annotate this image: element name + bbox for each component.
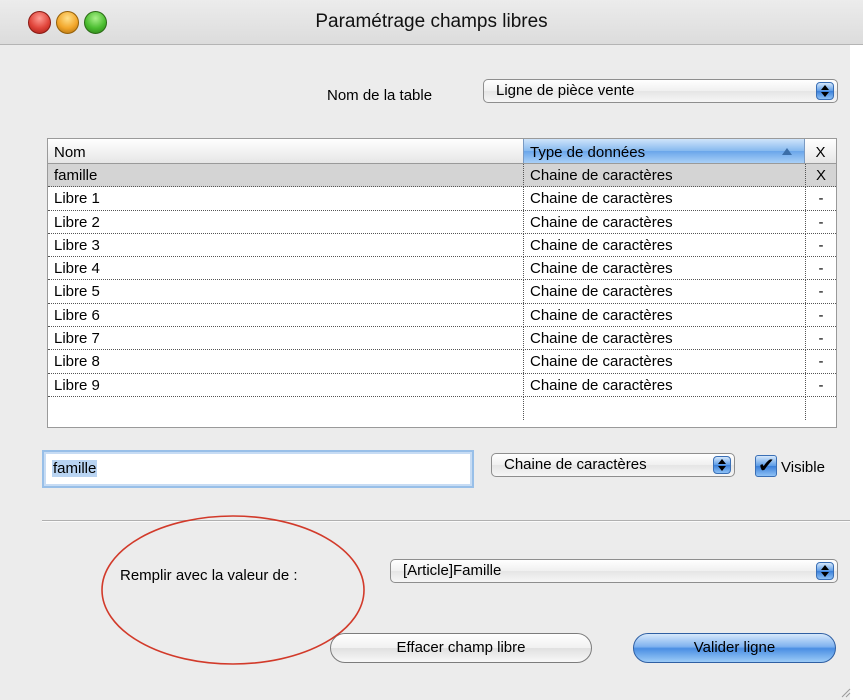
table-name-label: Nom de la table bbox=[327, 87, 433, 104]
window-title: Paramétrage champs libres bbox=[315, 11, 548, 32]
fill-label: Remplir avec la valeur de : bbox=[120, 567, 298, 584]
table-name-select[interactable]: Ligne de pièce vente bbox=[483, 79, 838, 103]
field-name-value: famille bbox=[52, 460, 98, 477]
cell-name: Libre 6 bbox=[54, 306, 100, 324]
cell-type: Chaine de caractères bbox=[523, 187, 805, 211]
validate-line-button[interactable]: Valider ligne bbox=[633, 633, 836, 663]
select-arrows-icon bbox=[816, 82, 834, 100]
visible-checkbox[interactable] bbox=[755, 453, 777, 477]
cell-visible: - bbox=[805, 187, 836, 211]
cell-visible: - bbox=[805, 373, 836, 397]
table-row[interactable]: famille Chaine de caractères X bbox=[48, 164, 836, 188]
cell-name: Libre 1 bbox=[54, 190, 100, 208]
cell-type: Chaine de caractères bbox=[523, 210, 805, 234]
select-arrows-icon bbox=[816, 562, 834, 580]
cell-name: famille bbox=[54, 167, 98, 184]
cell-name: Libre 3 bbox=[54, 236, 100, 254]
fill-source-select[interactable]: [Article]Famille bbox=[390, 559, 838, 583]
cell-empty bbox=[523, 396, 805, 420]
cell-empty bbox=[48, 397, 523, 420]
table-row-empty[interactable] bbox=[48, 396, 836, 420]
cell-type: Chaine de caractères bbox=[523, 373, 805, 397]
table-header: Nom Type de données X bbox=[48, 139, 836, 164]
cell-name: Libre 5 bbox=[54, 283, 100, 301]
cell-visible: - bbox=[805, 280, 836, 304]
data-type-select[interactable]: Chaine de caractères bbox=[491, 453, 735, 477]
title-bar[interactable]: Paramétrage champs libres bbox=[0, 0, 863, 45]
cell-type: Chaine de caractères bbox=[523, 280, 805, 304]
cell-name: Libre 9 bbox=[54, 376, 100, 394]
fields-table[interactable]: Nom Type de données X famille Chaine de c… bbox=[47, 138, 837, 428]
cell-name: Libre 8 bbox=[54, 353, 100, 371]
visible-label: Visible bbox=[781, 459, 825, 476]
dialog-window: Paramétrage champs libres Nom de la tabl… bbox=[0, 0, 863, 700]
data-type-value: Chaine de caractères bbox=[504, 456, 647, 473]
cell-visible: - bbox=[805, 327, 836, 351]
cell-type: Chaine de caractères bbox=[523, 350, 805, 374]
separator bbox=[42, 520, 850, 522]
cell-type: Chaine de caractères bbox=[523, 327, 805, 351]
field-name-input[interactable]: famille bbox=[42, 450, 474, 488]
table-row[interactable]: Libre 7 Chaine de caractères - bbox=[48, 327, 836, 351]
column-header-name[interactable]: Nom bbox=[48, 139, 523, 163]
window-edge bbox=[850, 45, 863, 700]
sort-ascending-icon bbox=[782, 148, 792, 155]
cell-type: Chaine de caractères bbox=[523, 233, 805, 257]
table-row[interactable]: Libre 5 Chaine de caractères - bbox=[48, 280, 836, 304]
cell-visible: - bbox=[805, 233, 836, 257]
column-header-visible[interactable]: X bbox=[805, 139, 836, 163]
cell-visible: - bbox=[805, 303, 836, 327]
cell-type: Chaine de caractères bbox=[523, 164, 805, 187]
cell-visible: X bbox=[805, 164, 836, 187]
cell-empty bbox=[805, 396, 836, 420]
table-row[interactable]: Libre 3 Chaine de caractères - bbox=[48, 233, 836, 258]
table-row[interactable]: Libre 1 Chaine de caractères - bbox=[48, 187, 836, 211]
table-row[interactable]: Libre 9 Chaine de caractères - bbox=[48, 373, 836, 397]
column-header-type-label: Type de données bbox=[530, 144, 646, 161]
table-name-value: Ligne de pièce vente bbox=[496, 82, 635, 99]
cell-type: Chaine de caractères bbox=[523, 303, 805, 327]
cell-name: Libre 7 bbox=[54, 330, 100, 348]
clear-field-button[interactable]: Effacer champ libre bbox=[330, 633, 592, 663]
cell-visible: - bbox=[805, 210, 836, 234]
resize-grip-icon[interactable] bbox=[841, 688, 851, 698]
fill-source-value: [Article]Famille bbox=[403, 562, 502, 579]
table-row[interactable]: Libre 8 Chaine de caractères - bbox=[48, 350, 836, 374]
cell-type: Chaine de caractères bbox=[523, 257, 805, 281]
cell-name: Libre 2 bbox=[54, 213, 100, 231]
table-body: famille Chaine de caractères X Libre 1 Chain… bbox=[48, 164, 836, 420]
cell-visible: - bbox=[805, 350, 836, 374]
select-arrows-icon bbox=[713, 456, 731, 474]
table-row[interactable]: Libre 4 Chaine de caractères - bbox=[48, 257, 836, 281]
table-row[interactable]: Libre 2 Chaine de caractères - bbox=[48, 210, 836, 234]
column-header-type[interactable]: Type de données bbox=[523, 139, 805, 163]
cell-name: Libre 4 bbox=[54, 260, 100, 278]
cell-visible: - bbox=[805, 257, 836, 281]
table-row[interactable]: Libre 6 Chaine de caractères - bbox=[48, 303, 836, 328]
